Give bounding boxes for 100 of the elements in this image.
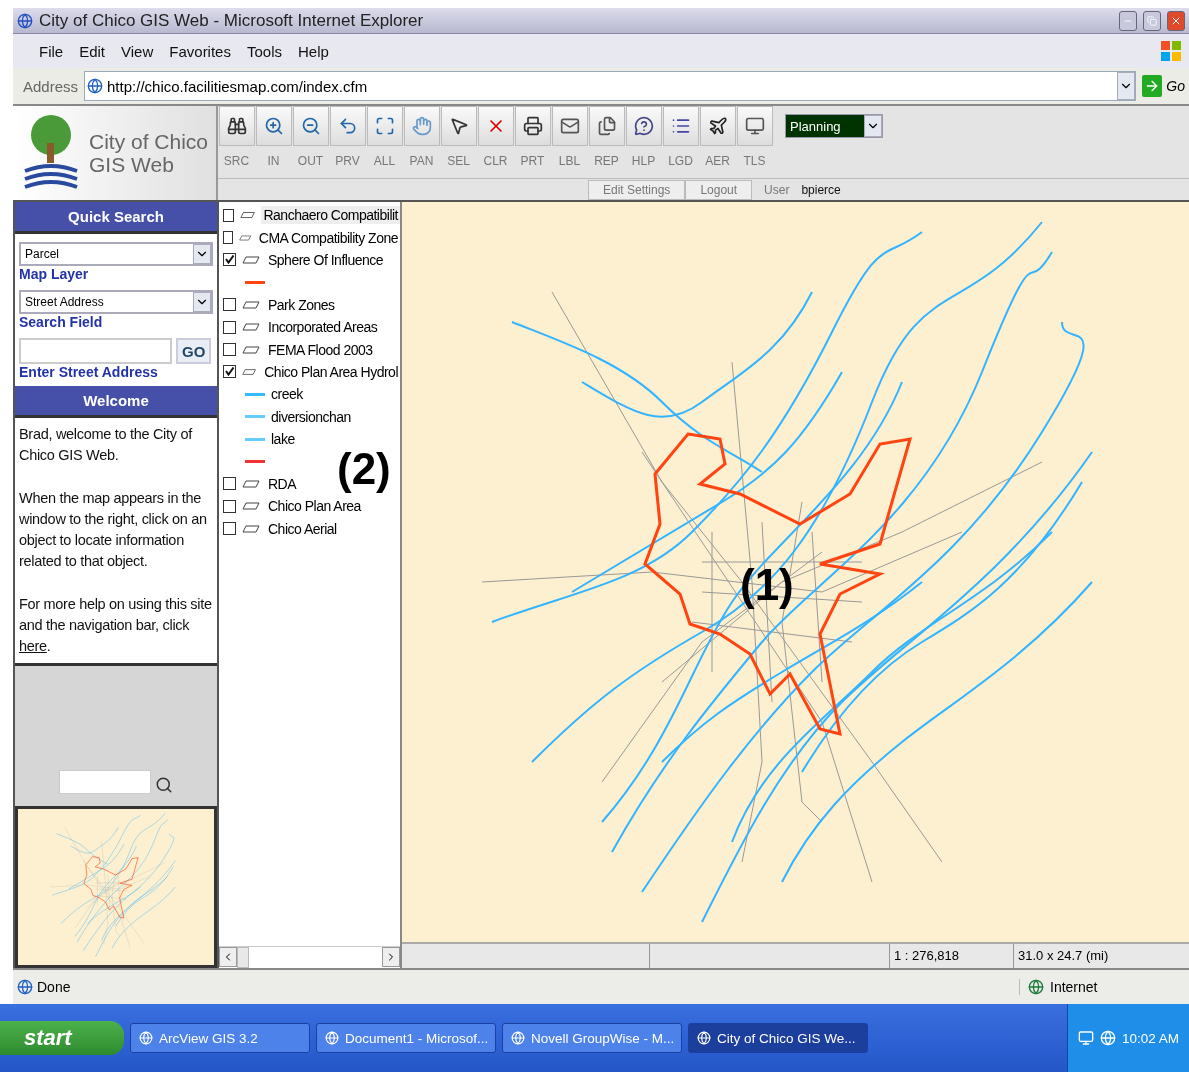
monitor-icon — [744, 116, 765, 136]
layer-checkbox[interactable] — [223, 477, 236, 491]
polygon-icon — [242, 524, 260, 533]
field-label: Search Field — [19, 314, 104, 330]
menu-item[interactable]: Favorites — [163, 42, 237, 60]
header-link[interactable]: Logout — [685, 179, 753, 200]
window-title: City of Chico GIS Web - Microsoft Internet Explorer — [39, 10, 425, 31]
address-label: Address — [23, 77, 79, 95]
tool-button[interactable] — [699, 106, 736, 146]
address-field[interactable]: http://chico.facilitiesmap.com/index.cfm — [84, 71, 1137, 101]
zoom-in-icon — [263, 116, 284, 136]
help-text: For more help on using this site and the navigation bar, click here. — [19, 595, 213, 656]
restore-button[interactable] — [1143, 10, 1161, 31]
tool-button[interactable] — [218, 106, 255, 146]
go-button[interactable]: GO — [176, 338, 212, 364]
layer-name[interactable]: Incorporated Areas — [266, 318, 380, 337]
layer-checkbox[interactable] — [223, 343, 236, 357]
layer-checkbox[interactable] — [223, 208, 235, 222]
tool-label: AER — [705, 154, 730, 168]
field-label: Map Layer — [19, 266, 90, 282]
layer-name[interactable]: Park Zones — [266, 295, 337, 314]
polygon-icon — [240, 211, 256, 220]
layer-checkbox[interactable] — [223, 365, 236, 379]
search-icon[interactable] — [155, 776, 173, 794]
status-text: Done — [37, 979, 71, 995]
menu-item[interactable]: Edit — [73, 42, 112, 60]
welcome-text: Brad, welcome to the City of Chico GIS Web. — [19, 425, 194, 465]
restore-icon — [1147, 15, 1157, 26]
header-link[interactable]: Edit Settings — [588, 179, 686, 200]
search-field[interactable] — [59, 770, 151, 794]
zoom-out-icon — [300, 116, 321, 136]
layer-name[interactable]: FEMA Flood 2003 — [266, 340, 375, 359]
zone-text: Internet — [1050, 979, 1098, 995]
layer-checkbox[interactable] — [223, 231, 233, 245]
layer-checkbox[interactable] — [223, 499, 236, 513]
menu-item[interactable]: View — [115, 42, 160, 60]
tool-label: HLP — [631, 154, 656, 168]
binoculars-icon — [226, 116, 247, 136]
tool-label: PAN — [409, 154, 434, 168]
tool-label: REP — [594, 154, 619, 168]
polygon-icon — [242, 255, 260, 264]
tool-label: PRT — [520, 154, 545, 168]
dropdown-button[interactable] — [1117, 72, 1136, 100]
clock: 10:02 AM — [1121, 1030, 1179, 1046]
annotation-label: (2) — [337, 444, 391, 494]
layer-name[interactable]: Sphere Of Influence — [266, 250, 386, 269]
globe-icon — [325, 1031, 339, 1045]
layer-name[interactable]: CMA Compatibility Zone — [256, 228, 400, 247]
taskbar-button[interactable]: ArcView GIS 3.2 — [130, 1023, 310, 1053]
list-icon — [670, 116, 691, 136]
polygon-icon — [242, 479, 260, 488]
theme-select[interactable]: Planning — [785, 114, 883, 138]
close-button[interactable] — [1167, 10, 1185, 31]
taskbar-button[interactable]: Document1 - Microsof... — [316, 1023, 496, 1053]
layer-checkbox[interactable] — [223, 522, 236, 536]
polygon-icon — [238, 233, 251, 242]
tool-button[interactable] — [625, 106, 662, 146]
layer-checkbox[interactable] — [223, 298, 236, 312]
minimize-button[interactable] — [1119, 10, 1137, 31]
scroll-thumb[interactable] — [237, 947, 249, 968]
help-link[interactable]: here — [19, 638, 47, 654]
menu-item[interactable]: Help — [292, 42, 335, 60]
go-button[interactable]: Go — [1142, 75, 1185, 97]
tool-button[interactable] — [440, 106, 477, 146]
tool-button[interactable] — [514, 106, 551, 146]
layer-name[interactable]: Ranchaero Compatibilit — [261, 206, 400, 225]
layer-checkbox[interactable] — [223, 320, 236, 334]
menu-item[interactable]: File — [33, 42, 70, 60]
tool-button[interactable] — [551, 106, 588, 146]
monitor-icon — [1077, 1030, 1094, 1046]
scroll-right-button[interactable] — [382, 947, 400, 967]
address-input[interactable] — [19, 338, 172, 364]
layer-name[interactable]: Chico Aerial — [266, 519, 339, 538]
layer-select[interactable]: Parcel — [19, 242, 213, 266]
taskbar-button[interactable]: Novell GroupWise - M... — [502, 1023, 682, 1053]
layer-name[interactable]: Chico Plan Area Hydrol — [262, 362, 400, 381]
pointer-icon — [448, 116, 469, 136]
maximize-icon — [374, 116, 395, 136]
tool-button[interactable] — [736, 106, 773, 146]
field-select[interactable]: Street Address — [19, 290, 213, 314]
globe-icon — [511, 1031, 525, 1045]
welcome-text: When the map appears in the window to the right, click on an object to locate information related to that object. — [19, 489, 208, 571]
layer-checkbox[interactable] — [223, 253, 236, 267]
page-icon — [17, 979, 33, 995]
tool-label: CLR — [483, 154, 508, 168]
layer-name[interactable]: Chico Plan Area — [266, 497, 363, 516]
user-name: bpierce — [801, 182, 841, 197]
tool-button[interactable] — [588, 106, 625, 146]
envelope-icon — [559, 116, 580, 136]
hand-icon — [411, 116, 432, 136]
page-icon — [87, 78, 104, 94]
globe-icon — [1028, 979, 1044, 995]
logo-text: City of Chico GIS Web — [89, 129, 209, 177]
legend-class: diversionchan — [271, 408, 351, 425]
taskbar-button[interactable]: City of Chico GIS We... — [688, 1023, 868, 1053]
layer-name[interactable]: RDA — [266, 474, 299, 493]
airplane-icon — [707, 116, 728, 136]
scroll-left-button[interactable] — [219, 947, 237, 967]
menu-item[interactable]: Tools — [240, 42, 288, 60]
help-icon — [633, 116, 654, 136]
